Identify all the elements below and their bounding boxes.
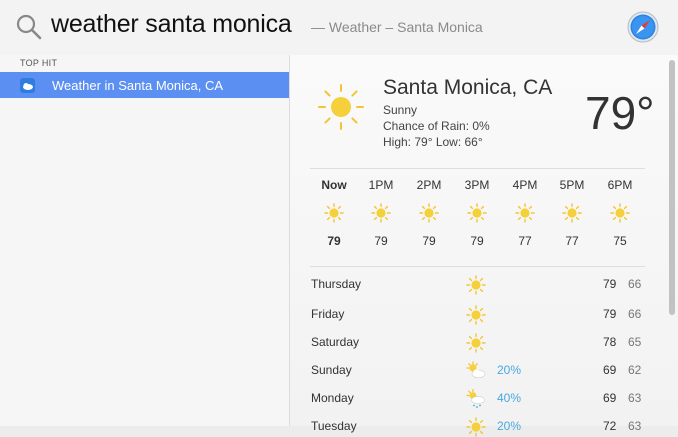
hour-label: 2PM — [416, 178, 442, 192]
daily-row: Saturday 78 65 — [311, 333, 646, 353]
top-hit-label: Weather in Santa Monica, CA — [52, 78, 224, 93]
day-high: 79 — [603, 307, 617, 321]
hour-label: Now — [321, 178, 347, 192]
hourly-item: 3PM 79 — [453, 178, 501, 248]
current-temperature: 79° — [585, 87, 655, 139]
hour-temp: 79 — [470, 234, 484, 248]
daily-row: Thursday 79 66 — [311, 275, 646, 295]
day-high: 72 — [603, 419, 617, 433]
sun-icon — [466, 333, 486, 353]
hourly-item: 6PM 75 — [596, 178, 644, 248]
day-name: Sunday — [311, 363, 352, 377]
sun-icon — [466, 275, 486, 295]
daily-row: Friday 79 66 — [311, 305, 646, 325]
hourly-item: 2PM 79 — [405, 178, 453, 248]
hourly-item: 4PM 77 — [501, 178, 549, 248]
search-bar: weather santa monica — Weather – Santa M… — [0, 0, 678, 56]
day-low: 63 — [628, 419, 642, 433]
hour-temp: 77 — [565, 234, 579, 248]
day-high: 69 — [603, 363, 617, 377]
hour-label: 1PM — [368, 178, 394, 192]
divider — [310, 266, 645, 267]
partly-cloudy-icon — [466, 361, 486, 379]
day-low: 66 — [628, 307, 642, 321]
day-low: 66 — [628, 277, 642, 291]
preview-scrollbar[interactable] — [669, 60, 675, 315]
top-hit-result[interactable]: Weather in Santa Monica, CA — [0, 72, 289, 98]
search-input[interactable]: weather santa monica — [51, 10, 292, 39]
day-high: 79 — [603, 277, 617, 291]
sun-icon — [562, 203, 582, 223]
sun-icon — [324, 203, 344, 223]
condition-text: Sunny — [383, 103, 418, 117]
day-low: 63 — [628, 391, 642, 405]
high-low-text: High: 79° Low: 66° — [383, 135, 483, 149]
cloud-drizzle-icon — [466, 389, 485, 408]
sun-icon — [610, 203, 630, 223]
hourly-item: 5PM 77 — [548, 178, 596, 248]
hour-label: 6PM — [607, 178, 633, 192]
hourly-item: 1PM 79 — [357, 178, 405, 248]
location-title: Santa Monica, CA — [383, 76, 553, 99]
hour-label: 3PM — [464, 178, 490, 192]
hour-label: 5PM — [559, 178, 585, 192]
precip-chance: 20% — [497, 363, 522, 377]
sun-icon — [466, 305, 486, 325]
daily-row: Sunday 20% 69 62 — [311, 361, 646, 381]
rain-chance-text: Chance of Rain: 0% — [383, 119, 490, 133]
divider — [310, 168, 645, 169]
day-name: Saturday — [311, 335, 360, 349]
day-name: Monday — [311, 391, 354, 405]
hour-temp: 75 — [613, 234, 627, 248]
hour-temp: 79 — [327, 234, 341, 248]
weather-app-icon — [20, 78, 35, 93]
daily-row: Tuesday 20% 72 63 — [311, 417, 646, 437]
day-high: 78 — [603, 335, 617, 349]
section-label-top-hit: TOP HIT — [20, 58, 58, 68]
sun-icon — [515, 203, 535, 223]
results-list: TOP HIT Weather in Santa Monica, CA — [0, 55, 290, 426]
sun-icon — [318, 84, 364, 130]
safari-icon[interactable] — [627, 11, 659, 43]
day-name: Friday — [311, 307, 345, 321]
sun-icon — [371, 203, 391, 223]
precip-chance: 40% — [497, 391, 522, 405]
sun-icon — [467, 203, 487, 223]
hour-label: 4PM — [512, 178, 538, 192]
day-low: 65 — [628, 335, 642, 349]
precip-chance: 20% — [497, 419, 522, 433]
sun-icon — [466, 417, 486, 437]
day-name: Thursday — [311, 277, 362, 291]
hour-temp: 77 — [518, 234, 532, 248]
sun-icon — [419, 203, 439, 223]
search-icon — [16, 14, 42, 40]
hour-temp: 79 — [374, 234, 388, 248]
day-high: 69 — [603, 391, 617, 405]
daily-row: Monday 40% 69 63 — [311, 389, 646, 409]
day-name: Tuesday — [311, 419, 357, 433]
hourly-item: Now 79 — [310, 178, 358, 248]
day-low: 62 — [628, 363, 642, 377]
search-suggestion: — Weather – Santa Monica — [311, 19, 483, 35]
hour-temp: 79 — [422, 234, 436, 248]
